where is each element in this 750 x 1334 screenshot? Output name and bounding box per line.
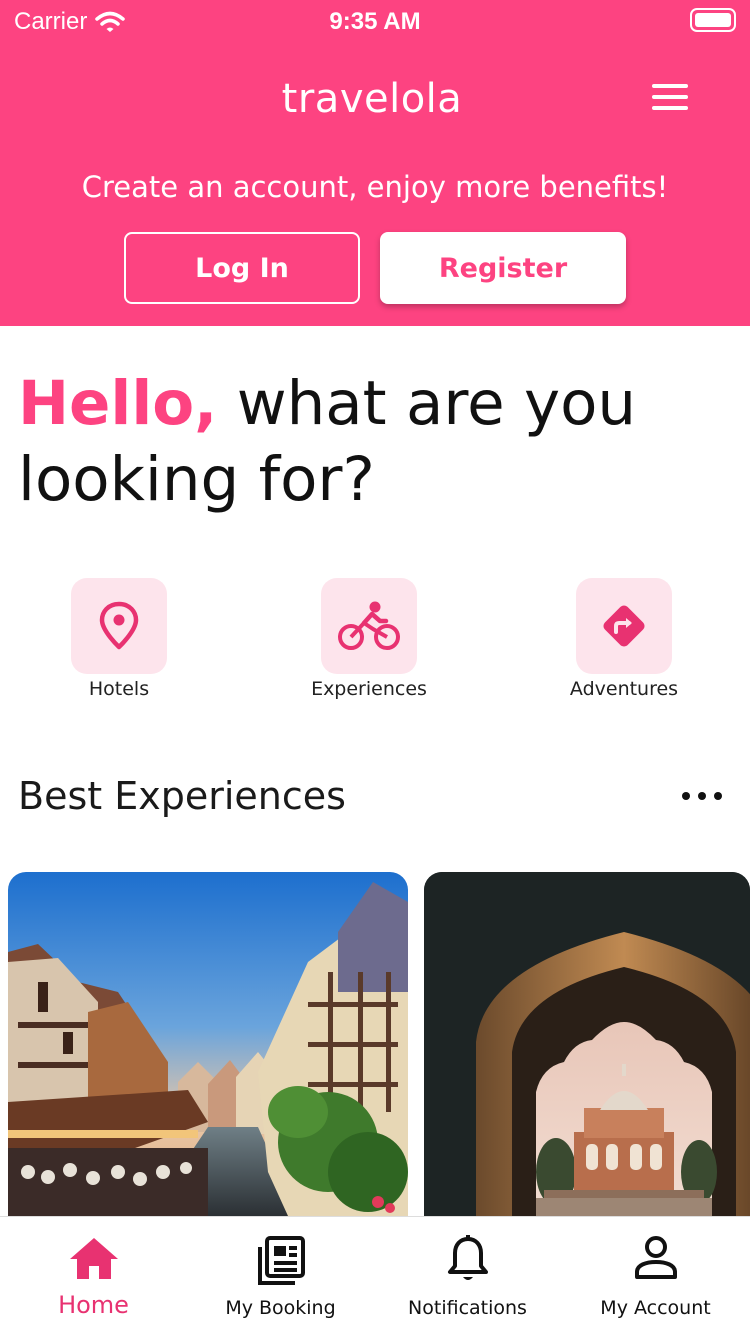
card-image-canal-town (8, 872, 408, 1216)
section-title: Best Experiences (18, 774, 346, 818)
category-label: Hotels (88, 678, 150, 700)
tab-bar: Home My Booking Notifications My Account (0, 1216, 750, 1334)
greeting-accent: Hello, (18, 368, 218, 439)
menu-button[interactable] (648, 82, 688, 112)
card-image-arch-monument (424, 872, 750, 1216)
battery-icon (690, 8, 736, 32)
experience-card-1[interactable] (8, 872, 408, 1216)
more-options-button[interactable] (682, 784, 722, 808)
bicycle-icon (338, 601, 400, 650)
category-label: Adventures (569, 678, 679, 700)
tab-label: My Booking (225, 1297, 336, 1319)
tab-notifications[interactable]: Notifications (374, 1217, 561, 1334)
home-icon (69, 1238, 118, 1279)
bell-icon (447, 1235, 488, 1280)
direction-sign-icon (603, 605, 645, 647)
category-label: Experiences (311, 678, 427, 700)
tab-my-account[interactable]: My Account (562, 1217, 749, 1334)
category-hotels[interactable]: Hotels (39, 578, 199, 700)
app-title: travelola (281, 76, 463, 122)
status-bar: Carrier 9:35 AM (0, 0, 750, 42)
login-button[interactable]: Log In (124, 232, 360, 304)
tab-label: Notifications (408, 1297, 527, 1319)
tab-my-booking[interactable]: My Booking (187, 1217, 374, 1334)
account-icon (634, 1236, 677, 1279)
category-experiences[interactable]: Experiences (289, 578, 449, 700)
tab-home[interactable]: Home (0, 1217, 187, 1334)
tab-label: Home (58, 1291, 129, 1319)
booking-icon (257, 1236, 305, 1285)
experience-card-2[interactable] (424, 872, 750, 1216)
register-button[interactable]: Register (380, 232, 626, 304)
clock: 9:35 AM (329, 8, 421, 35)
category-adventures[interactable]: Adventures (544, 578, 704, 700)
header: Carrier 9:35 AM travelola Create an acco… (0, 0, 750, 326)
tab-label: My Account (600, 1297, 711, 1319)
promo-text: Create an account, enjoy more benefits! (81, 170, 669, 204)
greeting-heading: Hello, what are you looking for? (18, 366, 718, 518)
location-pin-icon (99, 601, 139, 650)
